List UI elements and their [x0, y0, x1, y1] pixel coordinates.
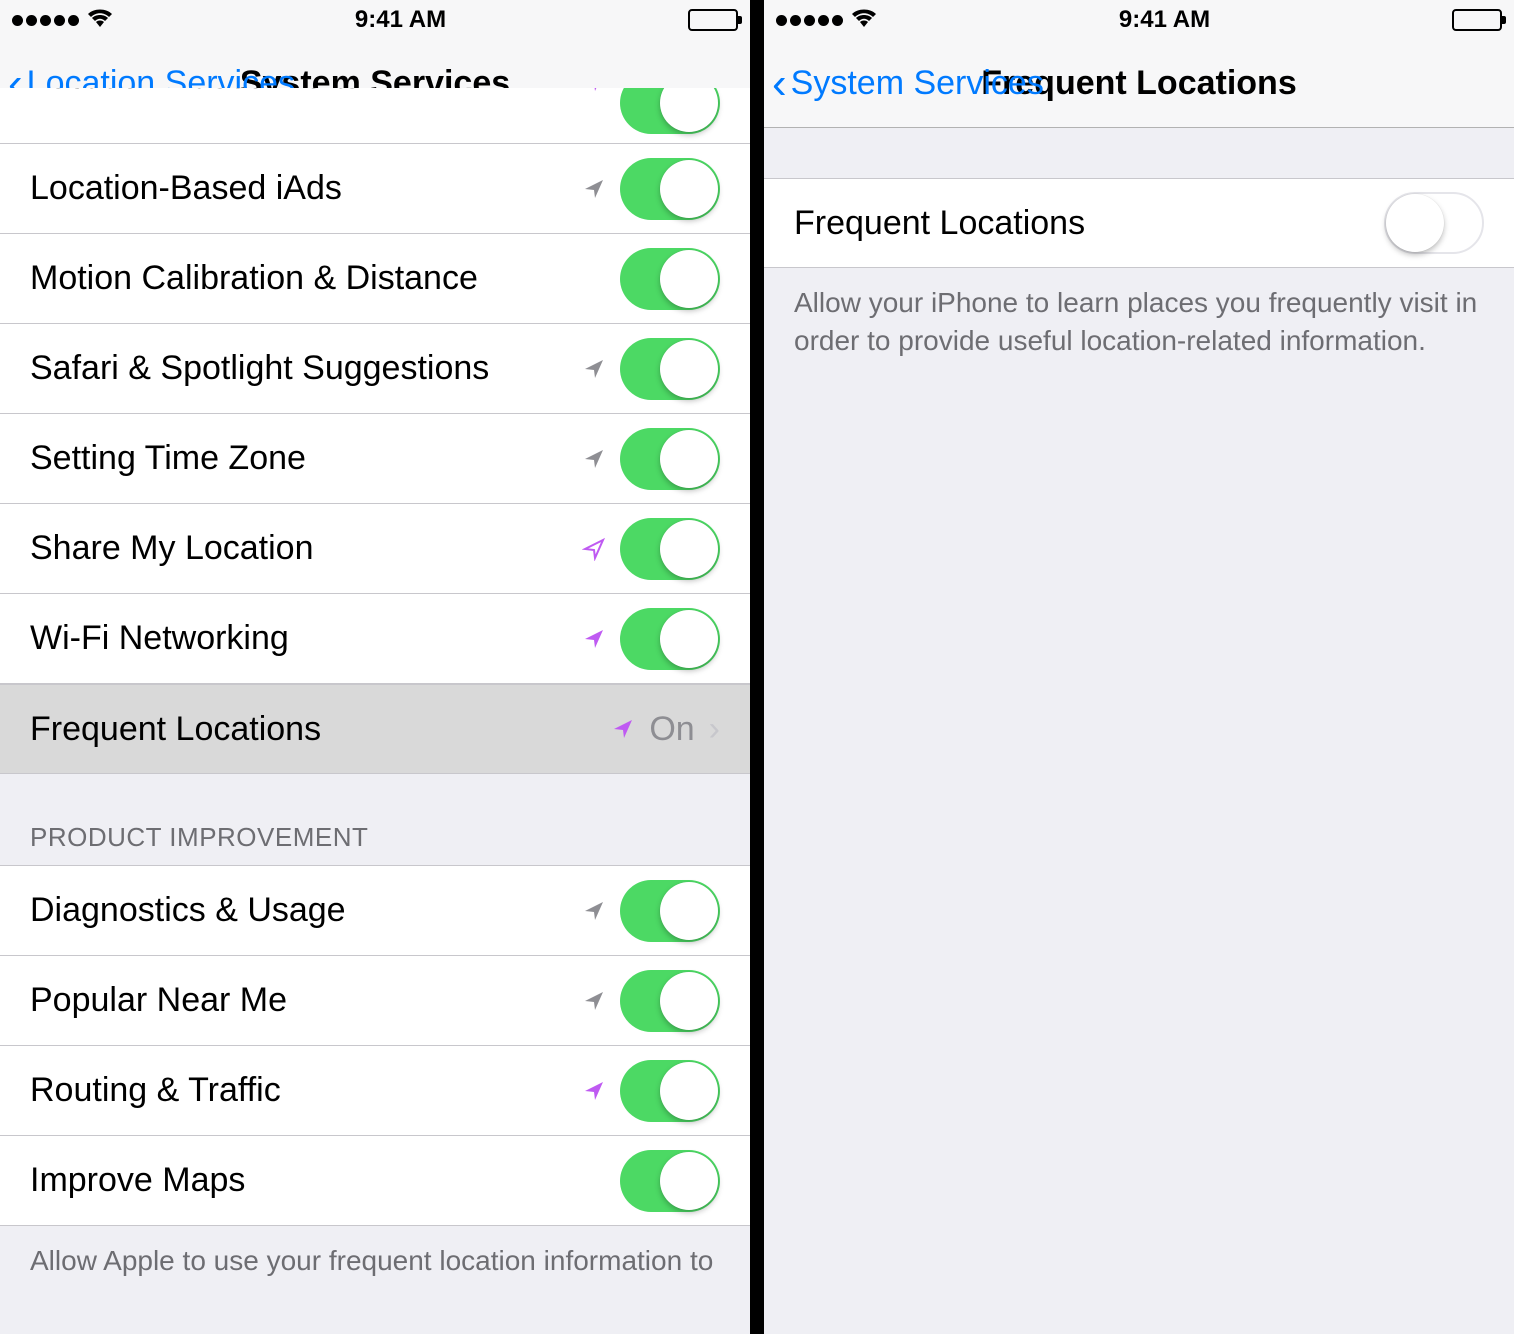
location-based-alerts-toggle[interactable] [620, 88, 720, 134]
setting-time-zone-toggle[interactable] [620, 428, 720, 490]
location-arrow-icon [582, 357, 606, 381]
signal-dots-icon [776, 15, 843, 26]
row-location-based-alerts[interactable]: Location-Based Alerts [0, 88, 750, 144]
row-label: Location-Based Alerts [30, 88, 582, 97]
row-motion-calibration-distance[interactable]: Motion Calibration & Distance [0, 234, 750, 324]
status-bar: 9:41 AM [764, 0, 1514, 40]
wifi-icon [851, 5, 877, 36]
location-based-iads-toggle[interactable] [620, 158, 720, 220]
location-arrow-icon [582, 989, 606, 1013]
status-time: 9:41 AM [355, 6, 446, 34]
row-label: Location-Based iAds [30, 169, 582, 208]
diagnostics-usage-toggle[interactable] [620, 880, 720, 942]
row-label: Frequent Locations [30, 710, 611, 749]
battery-icon [1452, 9, 1502, 31]
settings-list[interactable]: Frequent Locations Allow your iPhone to … [764, 128, 1514, 1334]
status-bar: 9:41 AM [0, 0, 750, 40]
row-label: Improve Maps [30, 1161, 620, 1200]
location-arrow-icon [582, 1079, 606, 1103]
row-routing-traffic[interactable]: Routing & Traffic [0, 1046, 750, 1136]
row-status: On [649, 710, 694, 749]
wi-fi-networking-toggle[interactable] [620, 608, 720, 670]
row-label: Setting Time Zone [30, 439, 582, 478]
improve-maps-toggle[interactable] [620, 1150, 720, 1212]
row-label: Motion Calibration & Distance [30, 259, 620, 298]
row-frequent-locations[interactable]: Frequent Locations On › [0, 684, 750, 774]
row-wi-fi-networking[interactable]: Wi-Fi Networking [0, 594, 750, 684]
frequent-locations-toggle[interactable] [1384, 192, 1484, 254]
footer-description: Allow Apple to use your frequent locatio… [0, 1226, 750, 1296]
back-label: System Services [791, 64, 1044, 103]
phone-left: 9:41 AM ‹ Location Services System Servi… [0, 0, 750, 1334]
motion-calibration-distance-toggle[interactable] [620, 248, 720, 310]
wifi-icon [87, 5, 113, 36]
footer-description: Allow your iPhone to learn places you fr… [764, 268, 1514, 376]
safari-spotlight-suggestions-toggle[interactable] [620, 338, 720, 400]
battery-icon [688, 9, 738, 31]
location-arrow-icon [611, 717, 635, 741]
row-share-my-location[interactable]: Share My Location [0, 504, 750, 594]
chevron-left-icon: ‹ [772, 62, 787, 106]
screenshot-divider [750, 0, 764, 1334]
phone-right: 9:41 AM ‹ System Services Frequent Locat… [764, 0, 1514, 1334]
back-button[interactable]: ‹ System Services [772, 62, 1044, 106]
row-label: Frequent Locations [794, 204, 1384, 243]
location-arrow-icon [582, 627, 606, 651]
row-label: Share My Location [30, 529, 582, 568]
frequent-locations-row[interactable]: Frequent Locations [764, 178, 1514, 268]
row-improve-maps[interactable]: Improve Maps [0, 1136, 750, 1226]
row-label: Diagnostics & Usage [30, 891, 582, 930]
section-header-product-improvement: Product Improvement [0, 774, 750, 866]
settings-list[interactable]: Location-Based Alerts Location-Based iAd… [0, 88, 750, 1334]
chevron-right-icon: › [709, 710, 720, 749]
signal-dots-icon [12, 15, 79, 26]
row-safari-spotlight-suggestions[interactable]: Safari & Spotlight Suggestions [0, 324, 750, 414]
location-arrow-icon [582, 88, 606, 94]
location-arrow-icon [582, 447, 606, 471]
row-setting-time-zone[interactable]: Setting Time Zone [0, 414, 750, 504]
routing-traffic-toggle[interactable] [620, 1060, 720, 1122]
status-time: 9:41 AM [1119, 6, 1210, 34]
row-diagnostics-usage[interactable]: Diagnostics & Usage [0, 866, 750, 956]
location-arrow-icon [582, 899, 606, 923]
row-label: Safari & Spotlight Suggestions [30, 349, 582, 388]
location-arrow-icon [582, 177, 606, 201]
row-location-based-iads[interactable]: Location-Based iAds [0, 144, 750, 234]
popular-near-me-toggle[interactable] [620, 970, 720, 1032]
row-popular-near-me[interactable]: Popular Near Me [0, 956, 750, 1046]
row-label: Popular Near Me [30, 981, 582, 1020]
share-my-location-toggle[interactable] [620, 518, 720, 580]
nav-bar: ‹ System Services Frequent Locations [764, 40, 1514, 128]
location-arrow-icon [582, 537, 606, 561]
row-label: Wi-Fi Networking [30, 619, 582, 658]
row-label: Routing & Traffic [30, 1071, 582, 1110]
